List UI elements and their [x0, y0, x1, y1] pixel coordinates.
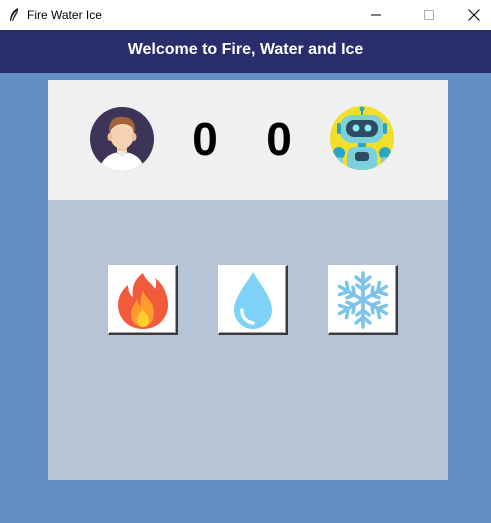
user-avatar-icon — [90, 107, 154, 171]
snowflake-icon — [334, 271, 392, 329]
water-button[interactable] — [218, 265, 288, 335]
header-bar: Welcome to Fire, Water and Ice — [0, 30, 491, 73]
window-title-bar: Fire Water Ice — [0, 0, 491, 30]
water-drop-icon — [234, 272, 272, 329]
page-title: Welcome to Fire, Water and Ice — [127, 41, 364, 58]
feather-icon — [10, 8, 19, 21]
player-score: 0 — [192, 113, 218, 165]
bot-score: 0 — [266, 113, 292, 165]
fire-button[interactable] — [108, 265, 178, 335]
fire-icon — [118, 273, 168, 329]
maximize-button[interactable] — [406, 0, 452, 30]
window-title: Fire Water Ice — [27, 8, 102, 22]
robot-avatar-icon — [330, 106, 394, 170]
ice-button[interactable] — [328, 265, 398, 335]
choices-area — [48, 200, 448, 480]
close-icon — [468, 9, 480, 21]
scoreboard: 0 0 — [48, 80, 448, 200]
close-button[interactable] — [451, 0, 491, 30]
minimize-icon — [371, 14, 381, 16]
maximize-icon — [424, 10, 434, 20]
minimize-button[interactable] — [353, 0, 399, 30]
game-panel: 0 0 — [48, 80, 448, 480]
